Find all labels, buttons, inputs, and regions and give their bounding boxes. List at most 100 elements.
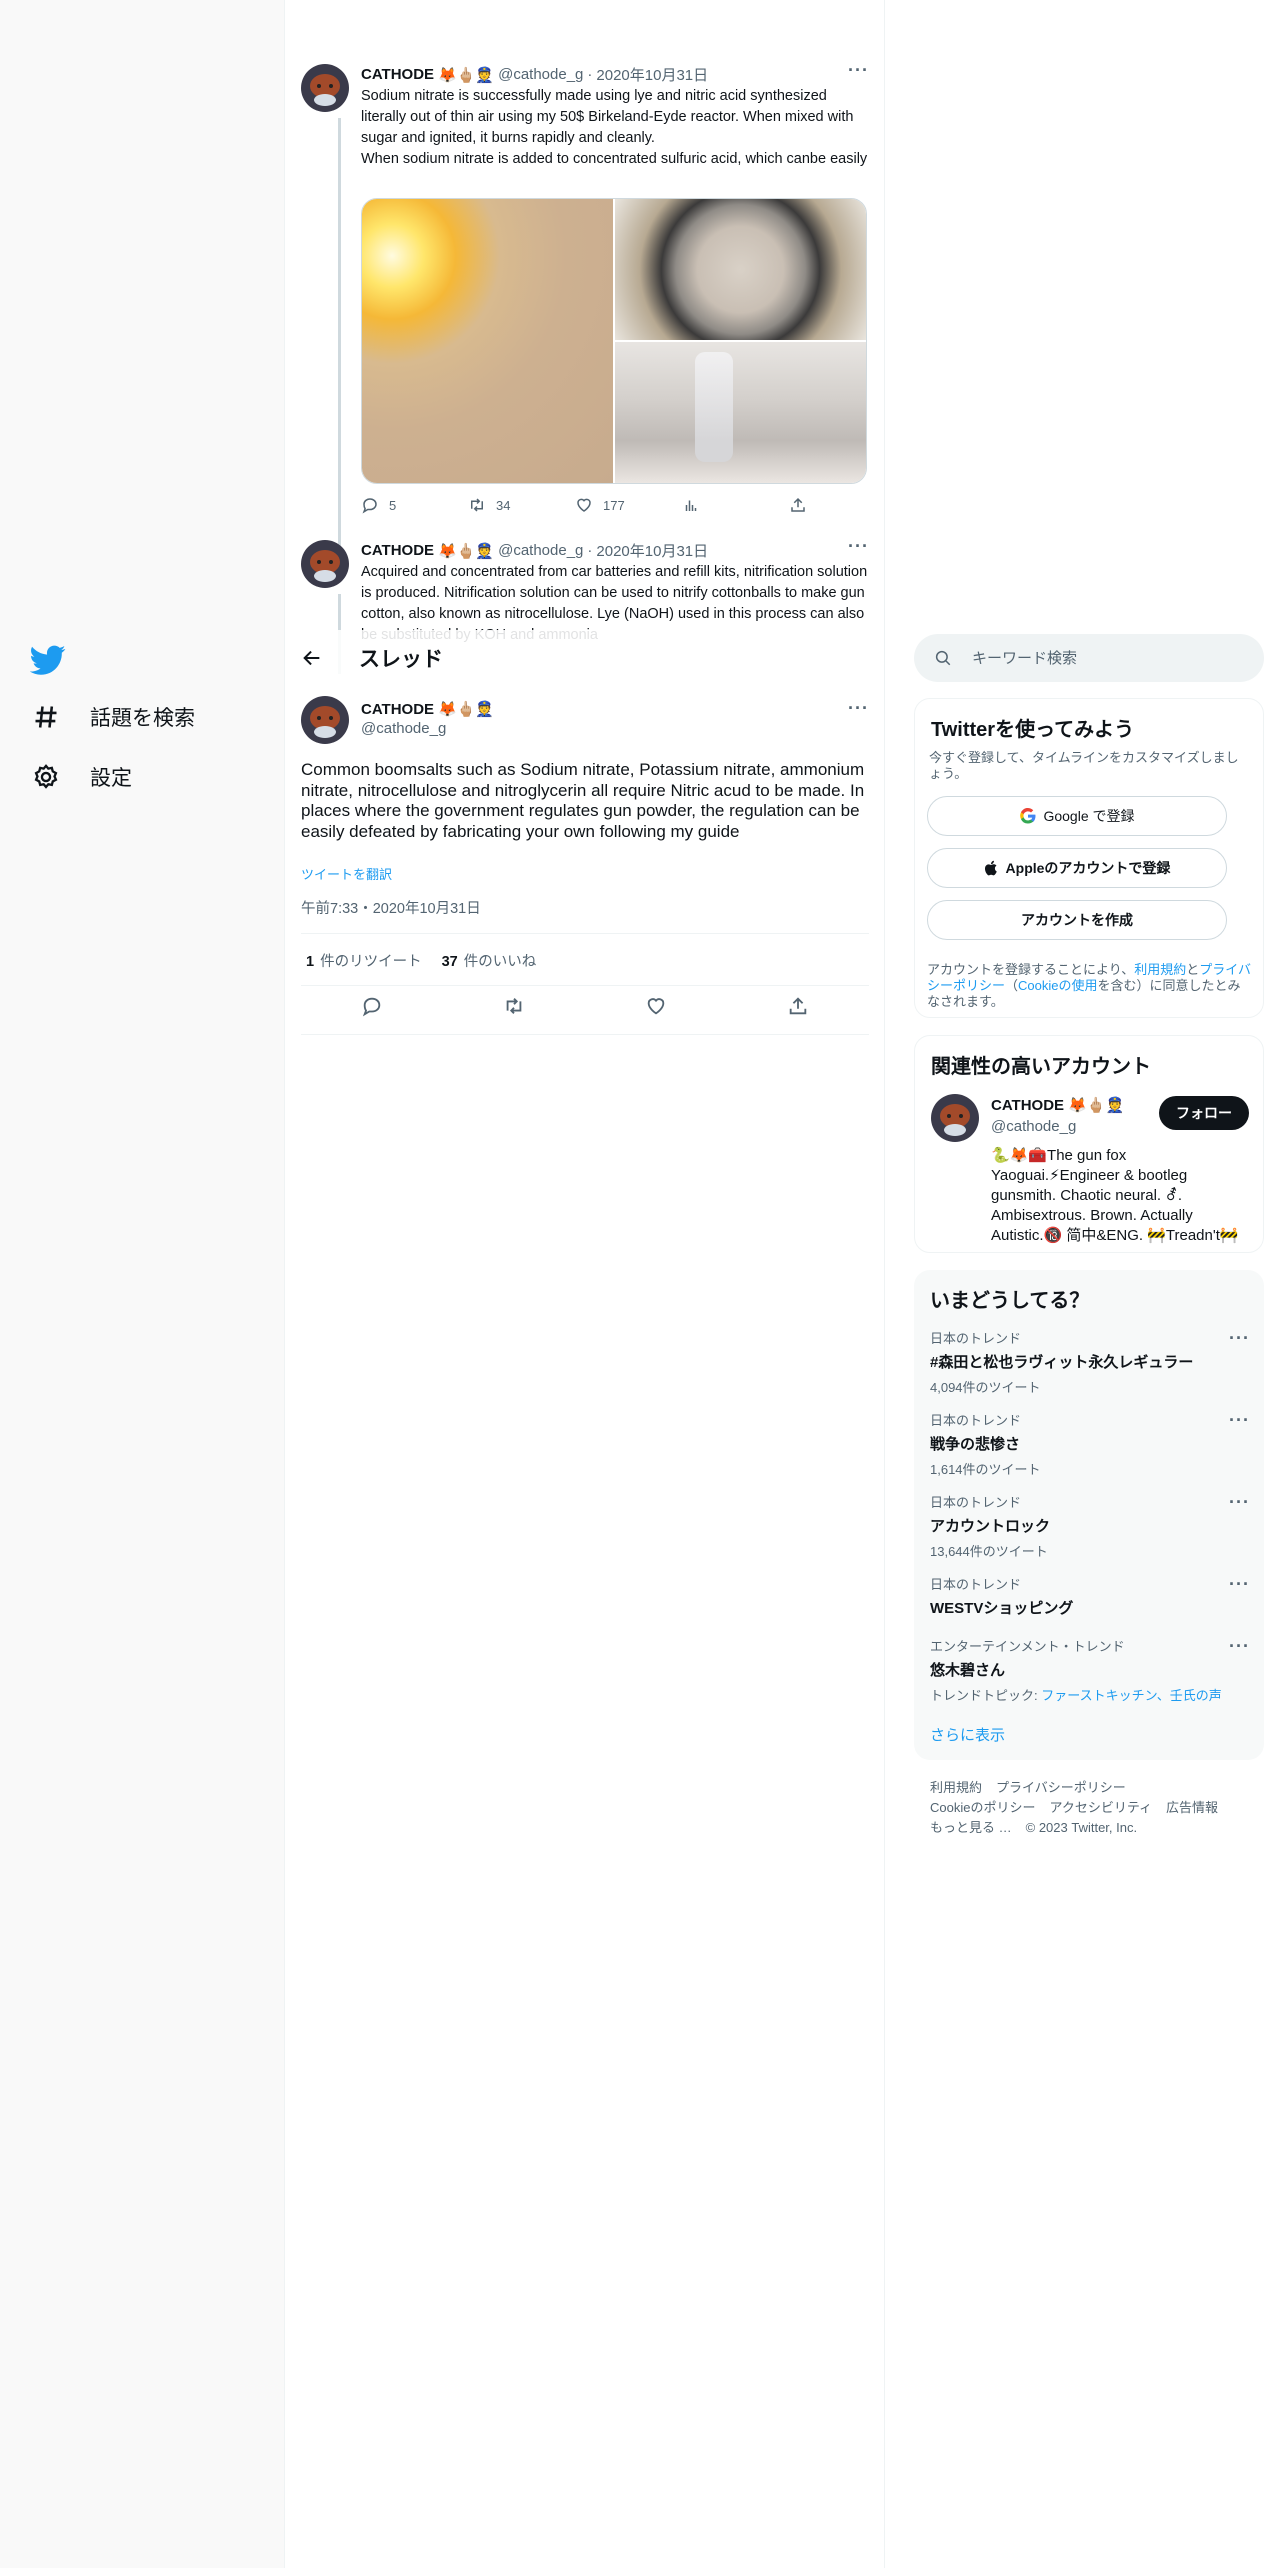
search-bar[interactable] [914,634,1264,682]
footer-copyright: © 2023 Twitter, Inc. [1025,1820,1138,1835]
more-icon[interactable]: ··· [1229,1636,1250,1657]
trend-topics: トレンドトピック: ファーストキッチン、壬氏の声 [930,1685,1250,1704]
google-signup-label: Google で登録 [1043,808,1135,824]
reply-count: 5 [389,497,397,513]
account-name: CATHODE [991,1097,1065,1114]
avatar[interactable] [301,696,349,744]
author-name[interactable]: CATHODE [361,542,434,559]
trends-title: いまどうしてる？ [930,1290,1090,1312]
author-handle[interactable]: @cathode_g [361,720,446,737]
more-icon[interactable]: ··· [1229,1328,1250,1349]
apple-logo-icon [984,860,997,876]
tweet-media[interactable] [361,198,867,484]
apple-signup-button[interactable]: Appleのアカウントで登録 [927,848,1227,888]
nav-explore[interactable]: 話題を検索 [32,702,195,732]
trend-context: 日本のトレンド [930,1495,1022,1510]
author-handle[interactable]: @cathode_g [498,66,583,83]
trend-context: 日本のトレンド [930,1577,1022,1592]
legal-text: （ [1005,978,1019,993]
left-nav: 話題を検索 設定 [0,0,285,2568]
tweet-header: CATHODE 🦊🖕🏼👮 @cathode_g · 2020年10月31日 [361,540,708,561]
account-name-row[interactable]: CATHODE 🦊🖕🏼👮 [991,1096,1124,1114]
author-name[interactable]: CATHODE [361,66,434,83]
terms-link[interactable]: 利用規約 [1134,962,1186,977]
trend-count: 4,094件のツイート [930,1380,1041,1395]
analytics-button[interactable] [682,496,789,514]
tweet-actions: 5 34 177 [361,496,896,514]
page-title: スレッド [359,648,443,671]
more-icon[interactable]: ··· [848,60,869,81]
media-photo-apparatus[interactable] [615,342,866,483]
follow-button[interactable]: フォロー [1159,1096,1249,1130]
trend-name: アカウントロック [930,1518,1051,1535]
focused-tweet-actions [301,995,869,1017]
tweet-text: Sodium nitrate is successfully made usin… [361,88,868,167]
author-emoji: 🦊🖕🏼👮 [438,542,495,560]
signup-card: Twitterを使ってみよう 今すぐ登録して、タイムラインをカスタマイズしましょ… [914,698,1264,1018]
reply-icon[interactable] [361,995,383,1017]
tweet-date[interactable]: 2020年10月31日 [596,540,708,561]
tweet-timestamp[interactable]: 午前7:33・2020年10月31日 [301,897,481,918]
share-icon[interactable] [787,995,809,1017]
tweet-date[interactable]: 2020年10月31日 [596,64,708,85]
like-stat[interactable]: 37 件のいいね [442,950,537,971]
more-icon[interactable]: ··· [848,536,869,557]
cookie-link[interactable]: Cookieの使用 [1018,978,1097,993]
footer-accessibility[interactable]: アクセシビリティ [1049,1800,1152,1815]
retweet-count: 34 [496,497,511,513]
google-logo-icon [1020,807,1036,824]
translate-link[interactable]: ツイートを翻訳 [301,864,392,883]
trend-item[interactable]: 日本のトレンド 戦争の悲惨さ 1,614件のツイート ··· [930,1410,1250,1478]
more-icon[interactable]: ··· [1229,1410,1250,1431]
more-icon[interactable]: ··· [1229,1492,1250,1513]
retweet-stat[interactable]: 1 件のリツイート [306,950,422,971]
signup-title: Twitterを使ってみよう [931,719,1135,741]
account-emoji: 🦊🖕🏼👮 [1068,1097,1125,1114]
tweet-header: CATHODE 🦊🖕🏼👮 @cathode_g · 2020年10月31日 [361,64,708,85]
footer-terms[interactable]: 利用規約 [930,1780,982,1795]
trend-topic-links[interactable]: ファーストキッチン、壬氏の声 [1041,1688,1222,1703]
nav-settings[interactable]: 設定 [32,762,132,792]
more-icon[interactable]: ··· [848,698,869,719]
divider [301,933,869,934]
trend-item[interactable]: エンターテインメント・トレンド 悠木碧さん トレンドトピック: ファーストキッチ… [930,1636,1250,1704]
footer-more[interactable]: もっと見る … [930,1820,1012,1835]
footer-ads[interactable]: 広告情報 [1166,1800,1218,1815]
signup-legal: アカウントを登録することにより、利用規約とプライバシーポリシー（Cookieの使… [927,962,1251,1010]
footer-cookie[interactable]: Cookieのポリシー [930,1800,1035,1815]
show-more-link[interactable]: さらに表示 [930,1724,1005,1745]
trend-item[interactable]: 日本のトレンド WESTVショッピング ··· [930,1574,1250,1618]
media-photo-pan[interactable] [615,199,866,340]
back-arrow-icon[interactable] [301,647,323,669]
retweet-button[interactable]: 34 [468,496,575,514]
author-name[interactable]: CATHODE [361,701,434,718]
retweet-icon[interactable] [503,995,525,1017]
author-handle[interactable]: @cathode_g [498,542,583,559]
share-icon [791,497,805,512]
heart-icon[interactable] [645,995,667,1017]
trend-count: 13,644件のツイート [930,1544,1048,1559]
reply-button[interactable]: 5 [361,496,468,514]
account-handle[interactable]: @cathode_g [991,1118,1076,1135]
divider [301,985,869,986]
retweet-icon [471,498,483,512]
footer-privacy[interactable]: プライバシーポリシー [996,1780,1126,1795]
avatar[interactable] [301,540,349,588]
avatar[interactable] [931,1094,979,1142]
trend-topic-prefix: トレンドトピック: [930,1688,1042,1703]
trend-name: WESTVショッピング [930,1600,1074,1617]
avatar[interactable] [301,64,349,112]
media-photo-flame[interactable] [362,199,613,483]
analytics-icon [685,500,697,511]
trend-item[interactable]: 日本のトレンド #森田と松也ラヴィット永久レギュラー 4,094件のツイート ·… [930,1328,1250,1396]
more-icon[interactable]: ··· [1229,1574,1250,1595]
like-button[interactable]: 177 [575,496,682,514]
create-account-button[interactable]: アカウントを作成 [927,900,1227,940]
trend-context: エンターテインメント・トレンド [930,1639,1125,1654]
twitter-logo-icon[interactable] [30,642,66,678]
google-signup-button[interactable]: Google で登録 [927,796,1227,836]
trend-item[interactable]: 日本のトレンド アカウントロック 13,644件のツイート ··· [930,1492,1250,1560]
hashtag-icon [35,706,57,728]
share-button[interactable] [789,496,896,514]
search-input[interactable] [972,649,1232,667]
